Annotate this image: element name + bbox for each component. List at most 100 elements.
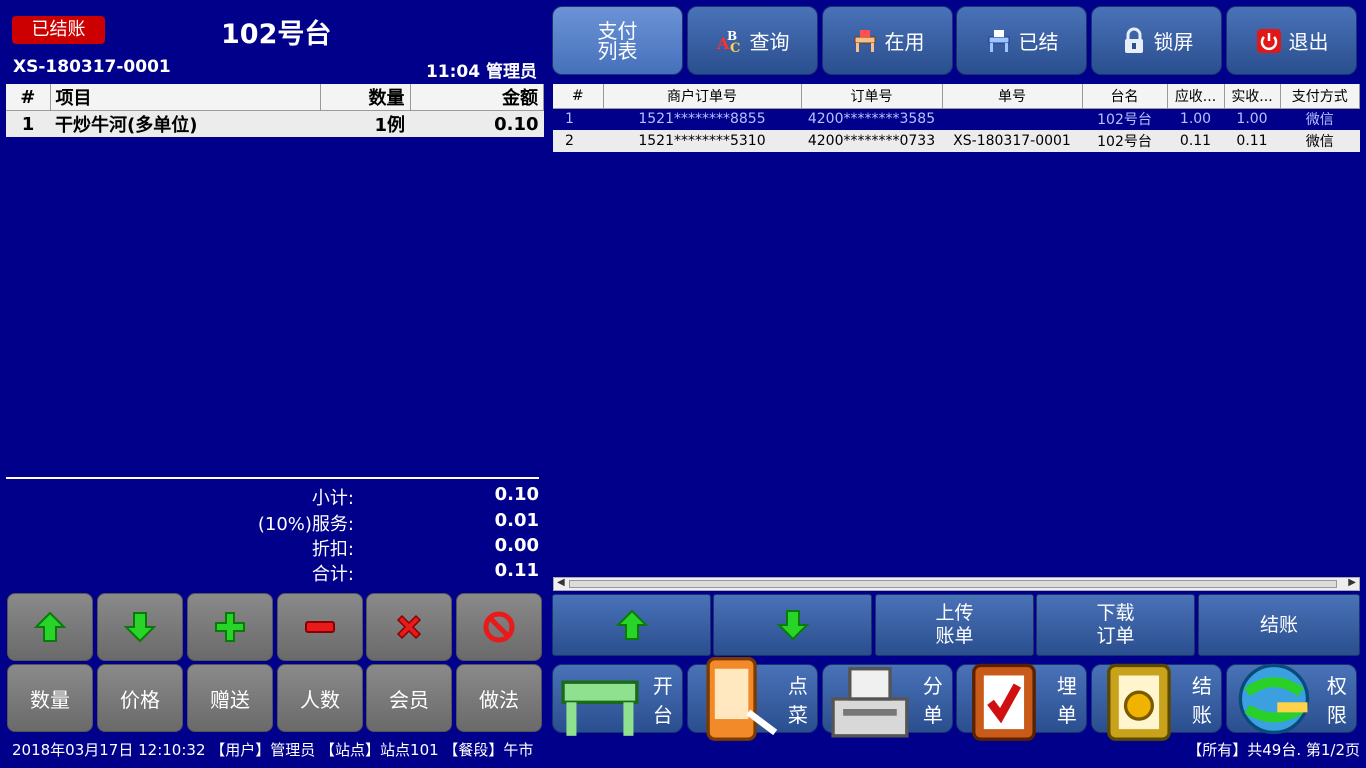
arrow-up-icon [33,611,67,642]
download-label-line2: 订单 [1096,625,1135,647]
permissions-button[interactable]: 权限 [1226,663,1357,734]
lock-screen-button[interactable]: 锁屏 [1091,6,1222,75]
col-header-due[interactable]: 应收... [1167,84,1225,109]
col-header-index: # [6,84,51,111]
col-header-merchant-no[interactable]: 商户订单号 [603,84,802,109]
cell-order-no: 4200********0733 [801,130,942,152]
col-header-paid[interactable]: 实收... [1224,84,1281,109]
summary-divider [6,477,539,479]
download-order-button[interactable]: 下载 订单 [1036,594,1195,656]
status-bar-info: 2018年03月17日 12:10:32 【用户】管理员 【站点】站点101 【… [12,741,534,759]
exit-button[interactable]: 退出 [1226,6,1357,75]
settled-button[interactable]: 已结 [956,6,1087,75]
upload-label-line2: 账单 [935,625,974,647]
payments-table: # 商户订单号 订单号 单号 台名 应收... 实收... 支付方式 1 152… [553,84,1360,152]
cell-merchant-no: 1521********5310 [603,130,801,152]
add-button[interactable] [187,593,273,661]
gift-button[interactable]: 赠送 [187,664,273,732]
pay-list-button[interactable]: 支付 列表 [552,6,683,75]
method-button[interactable]: 做法 [456,664,542,732]
status-bar-pagination: 【所有】共49台. 第1/2页 [1187,741,1360,759]
order-food-button[interactable]: 点菜 [687,656,818,741]
checkout-action-button[interactable]: 结账 [1198,594,1360,656]
col-header-table[interactable]: 台名 [1082,84,1168,109]
cell-due: 1.00 [1167,108,1224,130]
col-header-index[interactable]: # [553,84,604,109]
svg-text:C: C [730,41,740,55]
service-value: 0.01 [494,510,539,531]
price-button[interactable]: 价格 [97,664,183,732]
payments-table-header: # 商户订单号 订单号 单号 台名 应收... 实收... 支付方式 [553,84,1360,109]
pay-list-label-line1: 支付 [597,18,638,43]
in-use-button[interactable]: 在用 [822,6,953,75]
delete-button[interactable] [366,593,452,661]
download-label-line1: 下载 [1096,602,1135,624]
table-title: 102号台 [221,19,332,50]
permissions-label: 权限 [1326,673,1347,727]
discount-value: 0.00 [494,535,539,556]
col-header-qty: 数量 [320,84,411,111]
settled-table-icon [988,29,1009,52]
total-value: 0.11 [494,560,539,581]
query-button[interactable]: ABC 查询 [687,6,818,75]
cell-index: 2 [553,130,603,152]
subtotal-value: 0.10 [494,484,539,505]
split-bill-button[interactable]: 分单 [822,664,953,738]
settled-label: 已结 [1018,30,1059,54]
cancel-button[interactable] [456,593,542,661]
table-row[interactable]: 1 干炒牛河(多单位) 1例 0.10 [6,110,544,137]
checkout-label: 结账 [1191,673,1212,727]
move-up-button[interactable] [7,593,93,661]
open-table-button[interactable]: 开台 [552,664,683,736]
horizontal-scrollbar[interactable]: ◀ ▶ [553,577,1360,591]
cross-icon [396,614,422,640]
order-table-header: # 项目 数量 金额 [6,84,544,111]
checkout-button[interactable]: 结账 [1091,663,1222,741]
occupied-table-icon [854,29,875,52]
member-button[interactable]: 会员 [366,664,452,732]
cell-paid: 1.00 [1224,108,1280,130]
cell-table: 102号台 [1082,130,1167,152]
order-number: XS-180317-0001 [13,57,171,77]
subtract-button[interactable] [277,593,363,661]
arrow-down-icon [776,610,809,641]
col-header-amount: 金额 [410,84,544,111]
arrow-down-icon [123,612,157,643]
table-row[interactable]: 1 1521********8855 4200********3585 102号… [553,108,1360,130]
scrollbar-thumb[interactable] [569,580,1337,588]
move-down-button[interactable] [97,593,183,661]
col-header-method[interactable]: 支付方式 [1280,84,1360,109]
col-header-item: 项目 [50,84,321,111]
total-label: 合计: [311,564,354,585]
guests-button[interactable]: 人数 [277,664,363,732]
phone-order-icon [706,656,778,741]
quantity-button[interactable]: 数量 [7,664,93,732]
list-down-button[interactable] [713,594,872,656]
bury-bill-button[interactable]: 埋单 [956,663,1087,741]
table-icon [561,680,639,736]
upload-bill-button[interactable]: 上传 账单 [875,594,1034,656]
col-header-order-no[interactable]: 订单号 [801,84,943,109]
subtotal-row: 小计: 0.10 [6,484,539,509]
table-row[interactable]: 2 1521********5310 4200********0733 XS-1… [553,130,1360,152]
order-food-label: 点菜 [787,673,808,727]
split-bill-label: 分单 [922,673,943,727]
cell-due: 0.11 [1167,130,1224,152]
pay-list-label-line2: 列表 [597,38,638,63]
clipboard-check-icon [972,663,1036,741]
list-up-button[interactable] [552,594,711,656]
query-label: 查询 [749,30,790,54]
col-header-bill-no[interactable]: 单号 [942,84,1083,109]
lock-icon [1124,27,1143,53]
scroll-right-icon[interactable]: ▶ [1348,577,1356,588]
cell-item: 干炒牛河(多单位) [50,110,320,137]
cell-qty: 1例 [320,110,410,137]
cell-paid: 0.11 [1224,130,1280,152]
cell-table: 102号台 [1082,108,1167,130]
cell-method: 微信 [1280,130,1360,152]
discount-row: 折扣: 0.00 [6,535,539,560]
scroll-left-icon[interactable]: ◀ [557,577,565,588]
prohibited-icon [483,611,515,643]
cell-bill-no [942,108,1082,130]
discount-label: 折扣: [311,539,354,560]
